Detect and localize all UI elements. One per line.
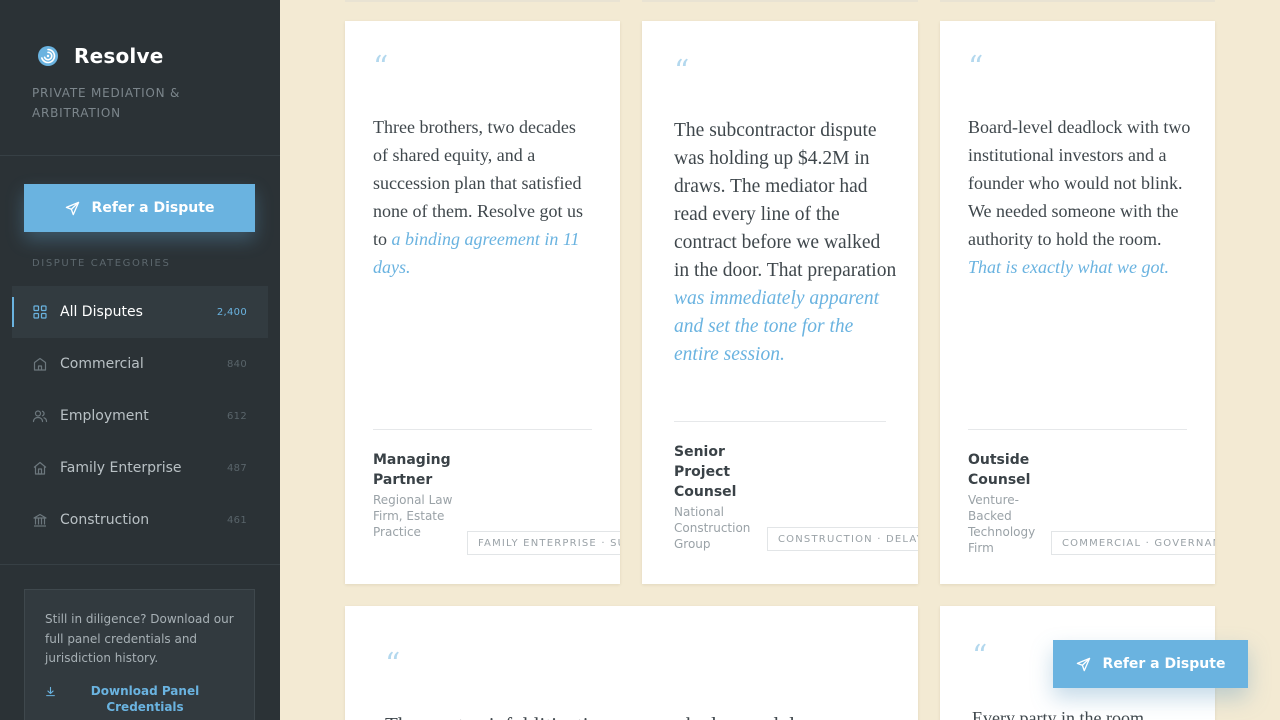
testimonial-quote: The subcontractor dispute was holding up… [674,117,898,369]
card-edge [642,0,918,2]
quote-highlight: a binding agreement in 11 days. [373,229,580,277]
sidebar-item-label: Commercial [60,356,144,372]
testimonial-quote: Every party in the room [972,708,1144,720]
home-icon [32,460,48,476]
quote-text: Board-level deadlock with two institutio… [968,117,1191,249]
spiral-logo-icon [38,46,58,66]
download-credentials-link[interactable]: Download Panel Credentials [45,683,234,715]
quote-mark-icon: “ [385,647,401,682]
card-edge [940,0,1215,2]
brand-tagline: Private Mediation & Arbitration [32,86,181,120]
sidebar-item-label: Family Enterprise [60,460,182,476]
quote-mark-icon: “ [972,639,988,674]
download-panel: Still in diligence? Download our full pa… [24,589,255,720]
divider [674,421,886,422]
send-icon [65,201,79,215]
quote-text: The subcontractor dispute was holding up… [674,120,897,281]
divider [0,155,280,156]
brand[interactable]: Resolve [36,44,163,68]
testimonial-card: “ Three brothers, two decades of shared … [345,21,620,584]
sidebar-item-count: 840 [227,358,247,370]
sidebar-item-family-enterprise[interactable]: Family Enterprise 487 [12,442,268,494]
download-credentials-label: Download Panel Credentials [90,683,200,714]
category-tag[interactable]: Construction · Delay Cl [767,527,918,551]
floating-refer-dispute-button[interactable]: Refer a Dispute [1053,640,1248,688]
brand-name: Resolve [74,44,164,68]
floating-refer-dispute-label: Refer a Dispute [1102,656,1226,672]
testimonial-card: “ Board-level deadlock with two institut… [940,21,1215,584]
quote-mark-icon: “ [968,50,984,85]
divider [373,429,592,430]
divider [0,564,280,565]
sidebar-item-employment[interactable]: Employment 612 [12,390,268,442]
sidebar-item-construction[interactable]: Construction 461 [12,494,268,546]
quote-highlight: That is exactly what we got. [968,257,1169,277]
testimonial-quote: The most painful litigation we ever had … [385,710,885,720]
refer-dispute-button[interactable]: Refer a Dispute [24,184,255,232]
author-role: Managing Partner [373,452,451,488]
author-organization: National Construction Group [674,505,751,551]
categories-heading: Dispute Categories [32,258,171,269]
testimonial-quote: Three brothers, two decades of shared eq… [373,113,595,281]
quote-highlight: was immediately apparent and set the ton… [674,288,880,365]
category-tag[interactable]: Family Enterprise · Succ [467,531,620,555]
users-icon [32,408,48,424]
sidebar-item-all-disputes[interactable]: All Disputes 2,400 [12,286,268,338]
quote-mark-icon: “ [373,50,389,85]
download-icon [46,686,55,696]
building-icon [32,356,48,372]
sidebar-item-label: Construction [60,512,150,528]
sidebar-item-label: All Disputes [60,304,143,320]
sidebar: Resolve Private Mediation & Arbitration … [0,0,280,720]
testimonial-card: “ The subcontractor dispute was holding … [642,21,918,584]
grid-icon [32,304,48,320]
bank-icon [32,512,48,528]
sidebar-item-label: Employment [60,408,149,424]
testimonial-quote: Board-level deadlock with two institutio… [968,113,1192,281]
category-nav: All Disputes 2,400 Commercial 840 Employ… [12,286,268,546]
author-role: Outside Counsel [968,452,1031,488]
send-icon [1076,657,1090,671]
category-tag[interactable]: Commercial · Governance [1051,531,1215,555]
sidebar-item-count: 461 [227,514,247,526]
divider [968,429,1187,430]
sidebar-item-count: 612 [227,410,247,422]
author-role: Senior Project Counsel [674,444,737,500]
refer-dispute-label: Refer a Dispute [91,200,215,216]
card-edge [345,0,620,2]
sidebar-item-count: 487 [227,462,247,474]
author-organization: Venture-Backed Technology Firm [968,493,1036,555]
testimonial-card: “ The most painful litigation we ever ha… [345,606,918,720]
sidebar-item-commercial[interactable]: Commercial 840 [12,338,268,390]
quote-mark-icon: “ [674,54,690,89]
author-organization: Regional Law Firm, Estate Practice [373,493,453,539]
download-description: Still in diligence? Download our full pa… [45,612,234,665]
sidebar-item-count: 2,400 [216,306,247,318]
